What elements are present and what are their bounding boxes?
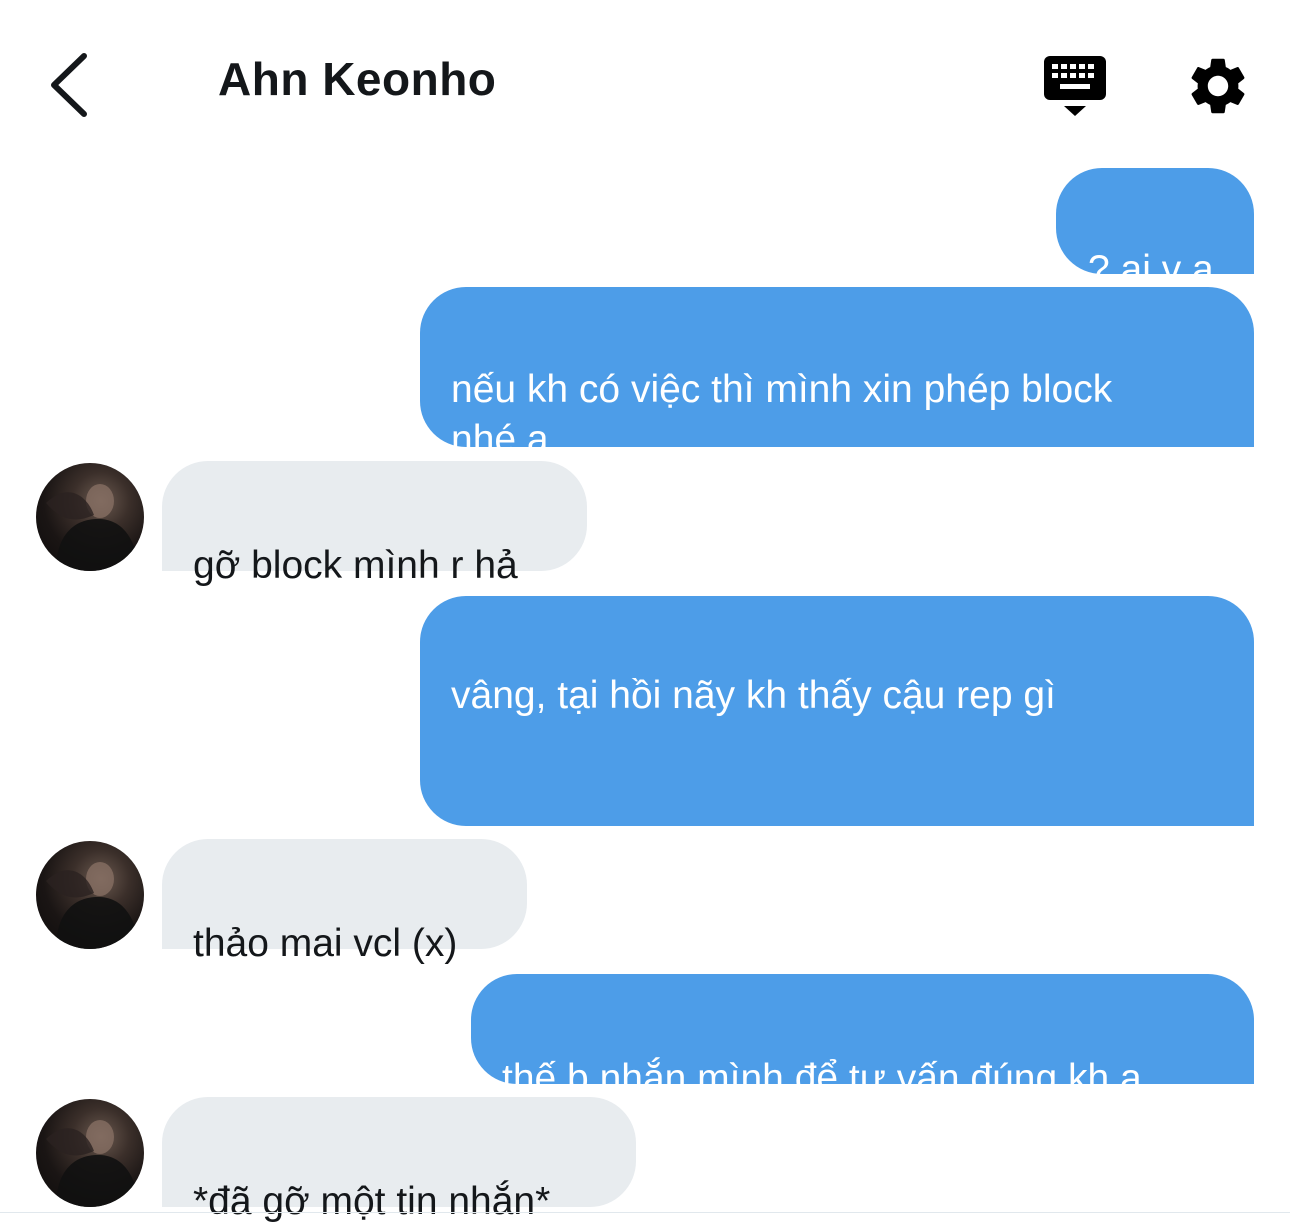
message-text: nếu kh có việc thì mình xin phép block n… <box>451 367 1113 461</box>
message-line: vâng, tại hồi nãy kh thấy cậu rep gì <box>451 673 1056 717</box>
keyboard-icon <box>1044 56 1106 116</box>
message-line-with-emoji: mình tưởng cậu là đa cấp ấy ạ cho <box>451 784 1224 968</box>
message-bubble-incoming[interactable]: gỡ block mình r hả <box>162 461 587 587</box>
contact-avatar[interactable] <box>36 463 144 571</box>
message-bubble-incoming[interactable]: thảo mai vcl (x) <box>162 839 527 965</box>
message-bubble-outgoing[interactable]: vâng, tại hồi nãy kh thấy cậu rep gì mìn… <box>420 596 1254 968</box>
message-text: mình tưởng cậu là đa cấp ấy ạ <box>451 831 982 875</box>
conversation-header: Ahn Keonho <box>0 0 1290 160</box>
message-text: ? ai v ạ <box>1088 247 1214 291</box>
message-text: *đã gỡ một tin nhắn* <box>193 1179 551 1223</box>
back-button[interactable] <box>38 50 98 120</box>
message-text: gỡ block mình r hả <box>193 543 518 587</box>
chevron-left-icon <box>51 53 87 117</box>
message-bubble-outgoing[interactable]: ? ai v ạ <box>1056 168 1254 291</box>
message-bubble-incoming[interactable]: *đã gỡ một tin nhắn* <box>162 1097 636 1223</box>
message-text: thế b nhắn mình để tư vấn đúng kh ạ <box>502 1056 1142 1100</box>
message-line: mình xin lỗi nha <box>451 889 725 933</box>
contact-avatar[interactable] <box>36 841 144 949</box>
contact-avatar[interactable] <box>36 1099 144 1207</box>
settings-button[interactable] <box>1184 52 1252 120</box>
contact-name[interactable]: Ahn Keonho <box>218 52 496 106</box>
avatar-photo <box>46 1120 140 1207</box>
message-bubble-outgoing[interactable]: thế b nhắn mình để tư vấn đúng kh ạ <box>471 974 1254 1100</box>
avatar-photo <box>46 862 140 949</box>
divider <box>0 1212 1290 1213</box>
gear-icon <box>1191 58 1245 114</box>
avatar-photo <box>46 484 140 571</box>
message-bubble-outgoing[interactable]: nếu kh có việc thì mình xin phép block n… <box>420 287 1254 461</box>
keyboard-toggle-button[interactable] <box>1040 54 1110 120</box>
message-text: thảo mai vcl (x) <box>193 921 458 965</box>
